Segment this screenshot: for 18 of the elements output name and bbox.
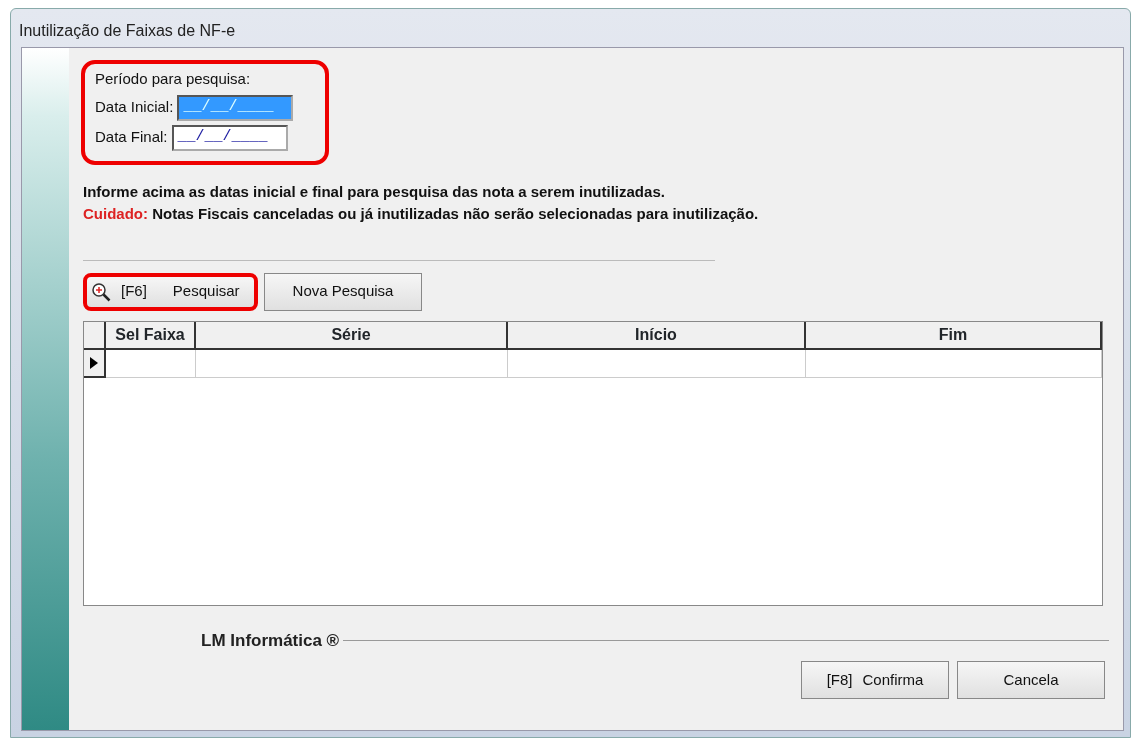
window-title: Inutilização de Faixas de NF-e [18,21,237,41]
note-text: Informe acima as datas inicial e final para pesquisa das nota a serem inutilizadas. [83,181,666,202]
column-header: Sel Faixa [106,321,196,350]
confirm-button[interactable]: [F8] Confirma [801,661,949,699]
warning-label: Cuidado: [83,205,148,222]
field-label: Data Final: [95,127,168,148]
zoom-in-icon [91,281,111,302]
field-label: Data Inicial: [95,97,174,118]
warning-text: Notas Fiscais canceladas ou já inutilizadas não serão selecionadas para inutilização. [151,205,759,222]
new-search-button[interactable]: Nova Pesquisa [263,272,423,311]
column-header: Fim [806,321,1102,350]
period-label: Período para pesquisa: [95,69,252,89]
cancel-button[interactable]: Cancela [957,661,1105,699]
date-field[interactable]: __/__/____ [171,124,288,151]
column-header: Série [196,321,508,350]
search-button[interactable]: [F6] Pesquisar [83,272,258,311]
column-header: Início [508,321,806,350]
brand-text: LM Informática ® [201,629,340,652]
